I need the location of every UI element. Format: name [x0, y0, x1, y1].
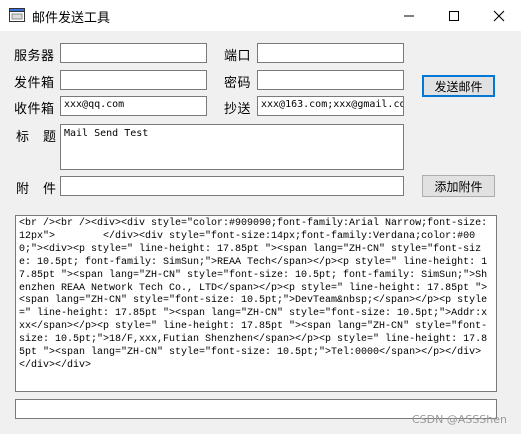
- maximize-icon: [448, 10, 459, 21]
- minimize-button[interactable]: [386, 0, 431, 31]
- port-label: 端口: [224, 49, 252, 64]
- subject-label: 标 题: [16, 130, 57, 145]
- watermark-text: CSDN @ASSShen: [411, 413, 507, 426]
- add-attachment-button[interactable]: 添加附件: [422, 175, 495, 197]
- minimize-icon: [403, 15, 414, 16]
- from-field[interactable]: [60, 70, 207, 90]
- cc-field[interactable]: xxx@163.com;xxx@gmail.co: [257, 96, 404, 116]
- attachment-label: 附 件: [16, 182, 57, 197]
- port-field[interactable]: [257, 43, 404, 63]
- mail-tool-window: 邮件发送工具 服务器 端口 发件箱 密码 发送邮件 收件箱 xxx@qq.com…: [0, 0, 521, 434]
- maximize-button[interactable]: [431, 0, 476, 31]
- attachment-field[interactable]: [60, 176, 404, 196]
- server-label: 服务器: [14, 49, 55, 64]
- app-window-icon: [9, 8, 25, 22]
- to-label: 收件箱: [14, 102, 55, 117]
- send-mail-button[interactable]: 发送邮件: [422, 75, 495, 97]
- to-field[interactable]: xxx@qq.com: [60, 96, 207, 116]
- window-title: 邮件发送工具: [32, 11, 111, 26]
- from-label: 发件箱: [14, 76, 55, 91]
- mail-body-textarea[interactable]: <br /><br /><div><div style="color:#9090…: [15, 215, 497, 392]
- close-button[interactable]: [476, 0, 521, 31]
- server-field[interactable]: [60, 43, 207, 63]
- password-label: 密码: [224, 76, 252, 91]
- cc-label: 抄送: [224, 102, 252, 117]
- close-icon: [493, 10, 504, 21]
- password-field[interactable]: [257, 70, 404, 90]
- subject-field[interactable]: Mail Send Test: [60, 124, 404, 170]
- title-bar: 邮件发送工具: [0, 0, 521, 31]
